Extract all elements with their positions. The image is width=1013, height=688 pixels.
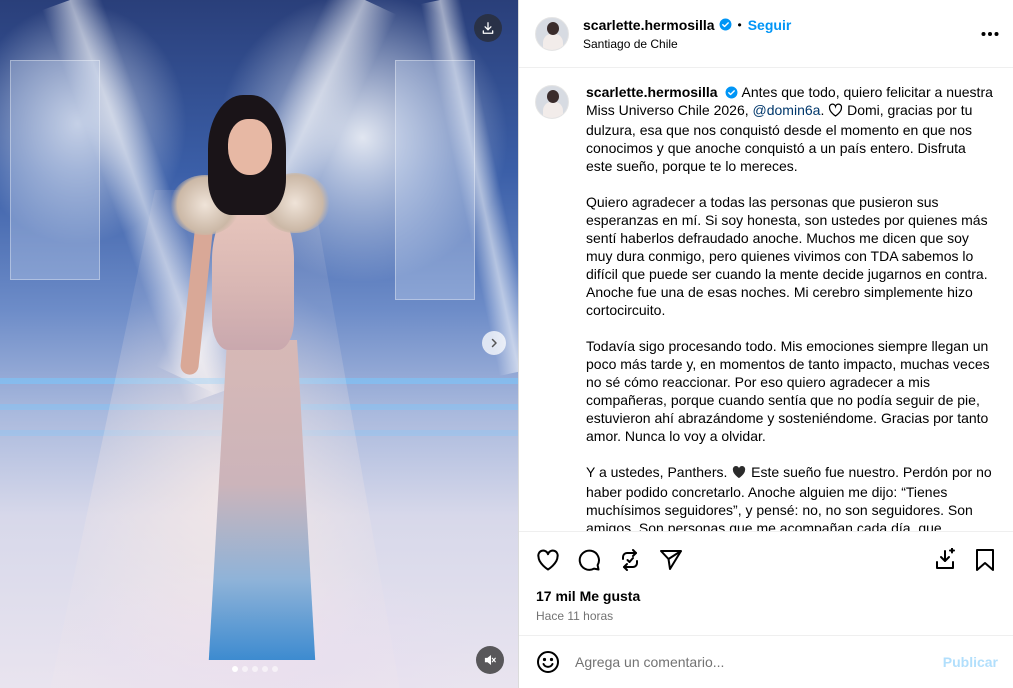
verified-icon	[725, 86, 738, 99]
save-icon	[936, 547, 955, 569]
heart-icon	[537, 549, 559, 570]
caption-fragment: .	[820, 102, 829, 118]
outline-heart-icon	[828, 103, 843, 121]
caption-text: scarlette.hermosilla Antes que todo, quie…	[586, 83, 996, 531]
carousel-dot	[232, 666, 238, 672]
separator-dot: •	[737, 17, 742, 32]
stage-screen	[395, 60, 475, 300]
repost-icon	[622, 548, 638, 571]
bookmark-icon	[976, 548, 994, 571]
share-button[interactable]	[658, 547, 684, 573]
header-username[interactable]: scarlette.hermosilla	[583, 17, 715, 33]
post-timestamp[interactable]: Hace 11 horas	[536, 609, 613, 623]
download-button[interactable]	[474, 14, 502, 42]
like-button[interactable]	[535, 547, 561, 573]
mute-button[interactable]	[476, 646, 504, 674]
location-link[interactable]: Santiago de Chile	[583, 37, 791, 51]
carousel-dot	[252, 666, 258, 672]
post-header: scarlette.hermosilla • Seguir Santiago d…	[519, 0, 1013, 68]
carousel-dot	[242, 666, 248, 672]
post-side-panel: scarlette.hermosilla • Seguir Santiago d…	[518, 0, 1013, 688]
mute-icon	[484, 655, 496, 665]
comment-icon	[578, 549, 600, 571]
post-media[interactable]	[0, 0, 518, 688]
caption-paragraph: Todavía sigo procesando todo. Mis emocio…	[586, 338, 990, 444]
repost-button[interactable]	[617, 547, 643, 573]
comment-input[interactable]	[575, 654, 943, 670]
share-icon	[660, 549, 682, 570]
carousel-dot	[262, 666, 268, 672]
follow-button[interactable]: Seguir	[748, 17, 792, 33]
publish-button[interactable]: Publicar	[943, 654, 998, 670]
avatar[interactable]	[535, 85, 569, 119]
caption-scroll-area[interactable]: scarlette.hermosilla Antes que todo, quie…	[519, 69, 1013, 531]
carousel-indicator	[232, 666, 278, 672]
save-to-collection-button[interactable]	[932, 547, 958, 573]
verified-icon	[719, 18, 732, 31]
emoji-button[interactable]	[535, 649, 561, 675]
caption-username[interactable]: scarlette.hermosilla	[586, 84, 718, 100]
carousel-next-button[interactable]	[482, 331, 506, 355]
avatar[interactable]	[535, 16, 569, 51]
likes-count[interactable]: 17 mil Me gusta	[536, 588, 640, 604]
mention-link[interactable]: @domin6a	[753, 102, 821, 118]
chevron-right-icon	[491, 338, 497, 348]
comment-button[interactable]	[576, 547, 602, 573]
more-icon	[981, 32, 999, 36]
caption-paragraph: Quiero agradecer a todas las personas qu…	[586, 194, 988, 318]
black-heart-icon	[731, 465, 747, 483]
caption-paragraph: Y a ustedes, Panthers.	[586, 464, 732, 480]
download-icon	[482, 22, 494, 34]
action-bar	[519, 531, 1013, 587]
more-options-button[interactable]	[978, 22, 1002, 46]
carousel-dot	[272, 666, 278, 672]
model-figure	[50, 95, 400, 688]
model-face	[228, 119, 272, 175]
comment-bar: Publicar	[519, 635, 1013, 688]
emoji-icon	[537, 651, 559, 673]
stage-screen	[10, 60, 100, 280]
bookmark-button[interactable]	[972, 547, 998, 573]
